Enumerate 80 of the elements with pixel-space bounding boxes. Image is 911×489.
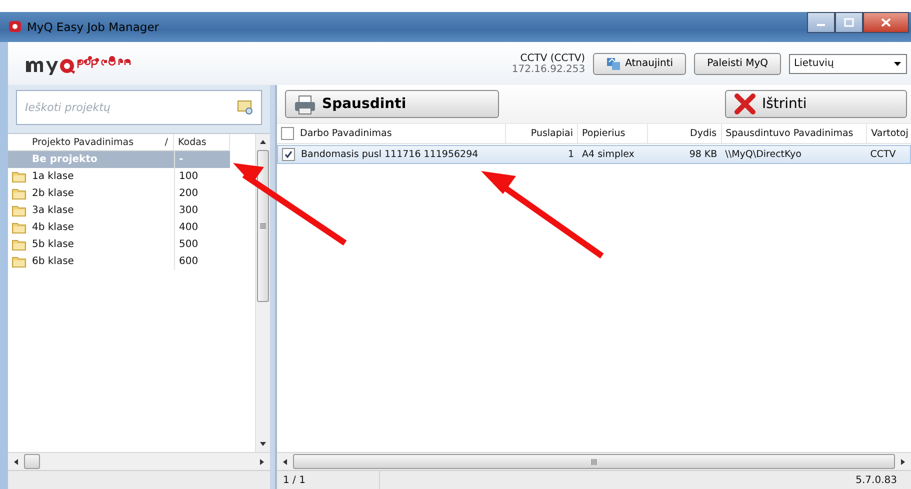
- close-button[interactable]: [863, 12, 909, 33]
- dropdown-caret-icon: [893, 60, 902, 67]
- checkmark-icon: [284, 150, 293, 159]
- folder-icon: [12, 204, 26, 217]
- project-name: 5b klase: [32, 239, 74, 250]
- scroll-up-icon: [260, 139, 266, 145]
- horizontal-scrollbar[interactable]: [8, 452, 270, 470]
- project-row[interactable]: 3a klase 300: [8, 202, 230, 219]
- folder-icon: [12, 187, 26, 200]
- table-cell: Bandomasis pusl 111716 111956294: [301, 149, 478, 160]
- scroll-down-icon: [260, 441, 266, 447]
- sort-indicator: /: [164, 136, 168, 148]
- job-row[interactable]: Bandomasis pusl 111716 111956294 1 A4 simplex 98 KB \\MyQ\DirectKyo CCTV: [277, 145, 911, 164]
- grip-icon: [259, 223, 267, 229]
- project-code: 100: [179, 171, 198, 182]
- column-header[interactable]: Dydis: [690, 128, 717, 139]
- project-name: 4b klase: [32, 222, 74, 233]
- scroll-thumb[interactable]: [24, 454, 40, 469]
- column-header[interactable]: Darbo Pavadinimas: [300, 128, 392, 139]
- version-label: 5.7.0.83: [856, 474, 898, 486]
- refresh-icon: [606, 56, 622, 71]
- project-row[interactable]: 6b klase 600: [8, 253, 230, 270]
- printer-icon: [294, 94, 316, 114]
- folder-icon: [12, 255, 26, 268]
- project-row[interactable]: 5b klase 500: [8, 236, 230, 253]
- checkbox[interactable]: [282, 148, 295, 161]
- page-counter: 1 / 1: [277, 471, 380, 489]
- project-name: 2b klase: [32, 188, 74, 199]
- folder-icon: [12, 170, 26, 183]
- folder-icon: [12, 221, 26, 234]
- scroll-left-icon: [282, 458, 288, 464]
- maximize-icon: [844, 18, 854, 27]
- column-header[interactable]: Vartotoj: [871, 128, 908, 139]
- project-code: 300: [179, 205, 198, 216]
- project-name: 3a klase: [32, 205, 74, 216]
- project-code: 500: [179, 239, 198, 250]
- table-cell: A4 simplex: [582, 149, 634, 160]
- column-header[interactable]: Kodas: [178, 136, 206, 148]
- project-name: 6b klase: [32, 256, 74, 267]
- scroll-left-icon: [13, 458, 19, 464]
- project-code: 400: [179, 222, 198, 233]
- project-code: 600: [179, 256, 198, 267]
- project-row[interactable]: 2b klase 200: [8, 185, 230, 202]
- scroll-thumb[interactable]: [293, 454, 895, 469]
- table-cell: \\MyQ\DirectKyo: [725, 149, 802, 160]
- search-icon: [237, 99, 254, 115]
- minimize-button[interactable]: [807, 12, 835, 33]
- scroll-right-icon: [259, 458, 265, 464]
- project-name: Be projekto: [32, 154, 98, 165]
- vertical-scrollbar[interactable]: [255, 134, 270, 452]
- project-row[interactable]: 4b klase 400: [8, 219, 230, 236]
- project-code: 200: [179, 188, 198, 199]
- column-header[interactable]: Projekto Pavadinimas: [32, 136, 134, 148]
- table-cell: CCTV: [870, 149, 896, 160]
- print-button[interactable]: Spausdinti: [285, 90, 499, 118]
- column-header[interactable]: Puslapiai: [530, 128, 574, 139]
- folder-icon: [12, 238, 26, 251]
- maximize-button[interactable]: [835, 12, 863, 33]
- window-title: MyQ Easy Job Manager: [27, 20, 160, 34]
- close-icon: [881, 18, 891, 27]
- table-cell: 98 KB: [689, 149, 718, 160]
- refresh-button[interactable]: Atnaujinti: [593, 52, 686, 74]
- user-name: CCTV (CCTV): [520, 52, 586, 64]
- language-dropdown[interactable]: Lietuvių: [789, 54, 907, 74]
- project-code: -: [179, 154, 184, 165]
- table-cell: 1: [568, 149, 574, 160]
- start-button[interactable]: Paleisti MyQ: [694, 52, 781, 74]
- server-address: 172.16.92.253: [512, 64, 586, 74]
- delete-button[interactable]: Ištrinti: [725, 90, 907, 118]
- grip-icon: [591, 458, 597, 464]
- column-header[interactable]: Spausdintuvo Pavadinimas: [726, 128, 854, 139]
- search-field[interactable]: Ieškoti projektų: [16, 90, 262, 125]
- delete-x-icon: [734, 93, 756, 115]
- checkbox[interactable]: [281, 127, 294, 140]
- scroll-right-icon: [900, 458, 906, 464]
- column-header[interactable]: Popierius: [582, 128, 626, 139]
- project-row[interactable]: 1a klase 100: [8, 168, 230, 185]
- project-name: 1a klase: [32, 171, 74, 182]
- horizontal-scrollbar[interactable]: [277, 452, 911, 470]
- app-icon: [8, 20, 22, 34]
